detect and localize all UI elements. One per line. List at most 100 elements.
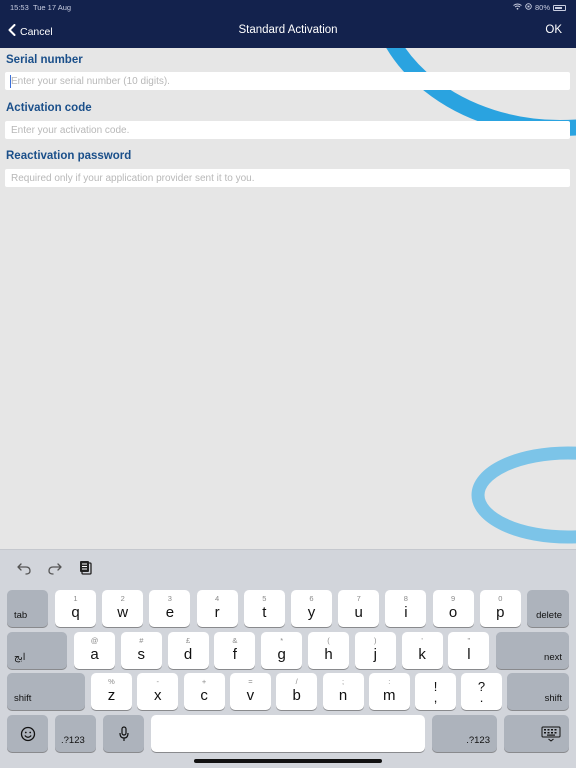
activation-code-label: Activation code	[6, 102, 92, 114]
key-punct-1[interactable]: ?.	[461, 673, 502, 710]
serial-number-label: Serial number	[6, 54, 83, 66]
key-label: y	[307, 604, 316, 621]
key-m[interactable]: :m	[368, 673, 410, 710]
key-secondary-label: )	[374, 636, 377, 645]
redo-icon[interactable]	[47, 560, 63, 576]
emoji-key[interactable]	[7, 715, 48, 752]
key-secondary-label: 1	[73, 594, 78, 603]
home-indicator	[194, 759, 382, 763]
key-label: w	[117, 604, 129, 621]
key-label: c	[200, 687, 208, 704]
ok-button[interactable]: OK	[545, 24, 562, 36]
key-secondary-label: +	[201, 677, 207, 686]
key-v[interactable]: = v	[229, 673, 271, 710]
key-e[interactable]: 3e	[149, 590, 191, 627]
key-c[interactable]: + c	[183, 673, 225, 710]
key-u[interactable]: 7u	[338, 590, 380, 627]
reactivation-password-input[interactable]	[5, 169, 570, 187]
shift-key-right[interactable]: shift	[507, 673, 569, 710]
key-label: e	[165, 604, 175, 621]
language-key[interactable]: ابج	[7, 632, 67, 669]
key-punct-0[interactable]: !,	[415, 673, 456, 710]
key-label: z	[107, 687, 116, 704]
serial-number-input[interactable]	[5, 72, 570, 90]
key-z[interactable]: % z	[91, 673, 132, 710]
key-y[interactable]: 6y	[291, 590, 332, 627]
shift-key-left[interactable]: shift	[7, 673, 85, 710]
space-key[interactable]	[151, 715, 425, 752]
key-label: x	[154, 687, 162, 704]
status-bar: 15:53 Tue 17 Aug 80%	[0, 0, 576, 14]
undo-icon[interactable]	[16, 560, 32, 576]
wifi-icon	[513, 3, 522, 12]
key-secondary-label: 4	[215, 594, 220, 603]
key-label: .	[479, 690, 484, 705]
numbers-key-left[interactable]: .?123	[55, 715, 96, 752]
key-secondary-label: =	[248, 677, 253, 686]
key-secondary-label: 5	[262, 594, 267, 603]
key-secondary-label: -	[156, 677, 160, 686]
key-g[interactable]: * g	[261, 632, 303, 669]
key-secondary-label: #	[139, 636, 144, 645]
key-n[interactable]: ; n	[322, 673, 364, 710]
dictation-key[interactable]	[103, 715, 144, 752]
key-label: f	[232, 646, 237, 663]
emoji-icon	[7, 715, 48, 752]
key-label: l	[467, 646, 471, 663]
key-secondary-label: :	[388, 677, 391, 686]
key-secondary-label: &	[232, 636, 238, 645]
key-h[interactable]: (h	[308, 632, 349, 669]
status-right: 80%	[513, 3, 566, 12]
key-label: g	[277, 646, 286, 663]
key-label: r	[214, 604, 220, 621]
delete-key[interactable]: delete	[527, 590, 569, 627]
keyboard: tab 1q2w3e4r5t6y7u8i9o0p delete ابج @ a # s…	[0, 549, 576, 768]
key-t[interactable]: 5t	[243, 590, 285, 627]
key-secondary-label: /	[295, 677, 298, 686]
battery-icon	[553, 4, 566, 11]
key-label: j	[373, 646, 377, 663]
key-l[interactable]: " l	[448, 632, 490, 669]
key-label: v	[246, 687, 255, 704]
key-label: ,	[433, 690, 438, 705]
reactivation-password-label: Reactivation password	[6, 150, 132, 162]
key-label: b	[292, 687, 301, 704]
numbers-key-right[interactable]: .?123	[432, 715, 497, 752]
key-label: m	[383, 687, 396, 704]
keyboard-dismiss-icon	[504, 715, 569, 752]
key-label: h	[324, 646, 333, 663]
key-i[interactable]: 8i	[385, 590, 427, 627]
key-label: u	[354, 604, 363, 621]
key-secondary-label: "	[467, 636, 471, 645]
key-f[interactable]: & f	[214, 632, 256, 669]
key-d[interactable]: £ d	[167, 632, 209, 669]
clipboard-icon[interactable]	[78, 560, 94, 576]
key-label: d	[183, 646, 193, 663]
key-p[interactable]: 0p	[479, 590, 521, 627]
key-x[interactable]: -x	[137, 673, 179, 710]
key-w[interactable]: 2w	[102, 590, 144, 627]
dismiss-keyboard-key[interactable]	[504, 715, 569, 752]
key-label: a	[90, 646, 99, 663]
key-a[interactable]: @ a	[74, 632, 115, 669]
microphone-icon	[103, 715, 144, 752]
key-label: o	[448, 604, 458, 621]
key-k[interactable]: ' k	[401, 632, 443, 669]
key-o[interactable]: 9o	[432, 590, 474, 627]
key-r[interactable]: 4r	[196, 590, 238, 627]
key-label: t	[262, 604, 267, 621]
key-secondary-label: %	[108, 677, 115, 686]
key-q[interactable]: 1q	[55, 590, 96, 627]
key-j[interactable]: ) j	[354, 632, 396, 669]
key-secondary-label: 3	[167, 594, 172, 603]
key-label: p	[496, 604, 505, 621]
next-key[interactable]: next	[496, 632, 569, 669]
tab-key[interactable]: tab	[7, 590, 48, 627]
activation-code-input[interactable]	[5, 121, 570, 139]
text-caret	[10, 75, 11, 88]
page-title: Standard Activation	[238, 24, 338, 36]
key-secondary-label: 9	[451, 594, 456, 603]
key-secondary-label: £	[186, 636, 191, 645]
key-s[interactable]: # s	[120, 632, 162, 669]
key-b[interactable]: / b	[276, 673, 318, 710]
